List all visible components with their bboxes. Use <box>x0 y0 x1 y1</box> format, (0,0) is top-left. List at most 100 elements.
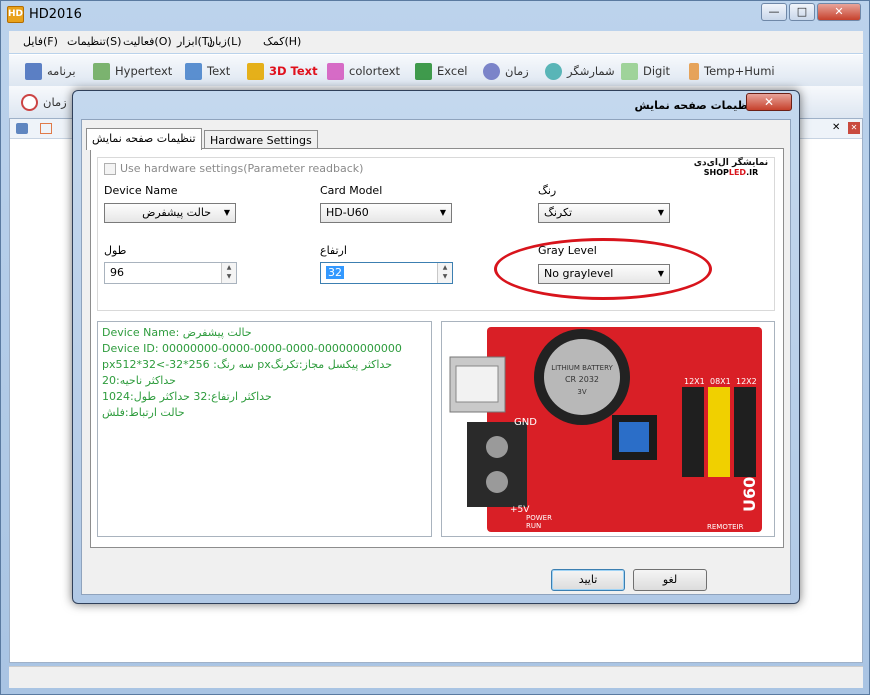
menu-settings[interactable]: (S)تنظیمات <box>67 35 121 48</box>
board-illustration: LITHIUM BATTERY CR 2032 3V GND +5V POWER… <box>449 327 762 532</box>
dialog-close-button[interactable]: ✕ <box>746 93 792 111</box>
width-label: طول <box>104 244 127 257</box>
hub1-label: 12X1 <box>684 377 705 386</box>
hub-connector-2 <box>708 387 730 477</box>
tab-panel: Use hardware settings(Parameter readback… <box>90 148 784 548</box>
menu-bar: (H)کمک (L)زبان (T)ابزار (O)فعالیت (S)تنظ… <box>9 31 863 53</box>
menu-action[interactable]: (O)فعالیت <box>123 35 172 48</box>
3d-text-icon <box>247 63 264 80</box>
hypertext-icon <box>93 63 110 80</box>
height-spinner-arrows[interactable]: ▲ ▼ <box>437 263 452 283</box>
toolbar-label: Digit <box>643 64 671 78</box>
height-label: ارتفاع <box>320 244 347 257</box>
tab-hardware-settings[interactable]: Hardware Settings <box>204 130 318 149</box>
toolbar-label: شمارشگر <box>567 64 615 78</box>
info-line: px512*32<-سه رنگ: 256*32 pxحداکثر پیکسل … <box>102 358 393 371</box>
toolbar-label: برنامه <box>47 64 76 78</box>
logo-ir: .IR <box>746 168 759 177</box>
copy-icon[interactable] <box>40 123 52 134</box>
width-value: 96 <box>110 266 124 279</box>
toolbar-digit-button[interactable]: Digit <box>621 61 670 81</box>
logo-line1: نمایشگر ال‌ای‌دی <box>693 158 769 168</box>
digit-icon <box>621 63 638 80</box>
toolbar-stopwatch-button[interactable]: زمان <box>21 92 67 112</box>
tab-display-settings[interactable]: تنظیمات صفحه نمایش <box>86 128 202 150</box>
shopled-logo: نمایشگر ال‌ای‌دی SHOPLED.IR <box>688 158 774 184</box>
pin-icon[interactable]: ✕ <box>832 122 840 133</box>
battery-volt: 3V <box>577 388 586 396</box>
hub2-label: 08X1 <box>710 377 731 386</box>
toolbar-label: Temp+Humi <box>704 64 775 78</box>
counter-icon <box>545 63 562 80</box>
height-value: 32 <box>326 266 344 279</box>
power-terminal-icon <box>467 422 527 507</box>
info-line: Device ID: 00000000-0000-0000-0000-00000… <box>102 342 402 355</box>
toolbar-excel-button[interactable]: Excel <box>415 61 467 81</box>
close-button[interactable]: ✕ <box>817 3 861 21</box>
toolbar-text-button[interactable]: Text <box>185 61 230 81</box>
logo-line2: SHOPLED.IR <box>688 168 774 177</box>
toolbar-3d-text-button[interactable]: 3D Text <box>247 61 318 81</box>
program-icon <box>25 63 42 80</box>
menu-help[interactable]: (H)کمک <box>263 35 301 48</box>
panel-close-icon[interactable]: ✕ <box>848 122 860 134</box>
excel-icon <box>415 63 432 80</box>
chevron-down-icon: ▼ <box>223 208 230 217</box>
gnd-label: GND <box>514 417 537 428</box>
stopwatch-icon <box>21 94 38 111</box>
hub3-label: 12X2 <box>736 377 757 386</box>
device-name-value: حالت پیشفرض <box>142 206 211 219</box>
hub-connector-3 <box>734 387 756 477</box>
color-label: رنگ <box>538 184 557 197</box>
dialog-title: تنظیمات صفحه نمایش <box>634 99 757 112</box>
dialog-body: تنظیمات صفحه نمایش Hardware Settings Use… <box>81 119 791 595</box>
toolbar-label: Hypertext <box>115 64 173 78</box>
color-value: تکرنگ <box>544 206 573 219</box>
card-model-select[interactable]: HD-U60 ▼ <box>320 203 452 223</box>
text-icon <box>185 63 202 80</box>
app-logo-icon: HD <box>7 6 24 23</box>
device-name-select[interactable]: حالت پیشفرض ▼ <box>104 203 236 223</box>
info-line: Device Name: حالت پیشفرض <box>102 326 252 339</box>
app-title: HD2016 <box>29 7 82 22</box>
cancel-button[interactable]: لغو <box>633 569 707 591</box>
toolbar-hypertext-button[interactable]: Hypertext <box>93 61 172 81</box>
document-icon[interactable] <box>16 123 28 134</box>
gray-level-highlight-annotation <box>494 238 712 300</box>
height-input[interactable]: 32 ▲ ▼ <box>320 262 453 284</box>
device-info-panel: Device Name: حالت پیشفرض Device ID: 0000… <box>97 321 432 537</box>
battery-code: CR 2032 <box>565 375 599 384</box>
card-model-value: HD-U60 <box>326 206 369 219</box>
toolbar-counter-button[interactable]: شمارشگر <box>545 61 615 81</box>
toolbar-program-button[interactable]: برنامه <box>25 61 76 81</box>
device-name-label: Device Name <box>104 184 178 197</box>
use-hardware-label: Use hardware settings(Parameter readback… <box>120 162 364 175</box>
toolbar-colortext-button[interactable]: colortext <box>327 61 400 81</box>
toolbar-label: زمان <box>505 64 529 78</box>
minimize-button[interactable]: — <box>761 3 787 21</box>
run-label: RUN <box>526 522 541 530</box>
width-input[interactable]: 96 ▲ ▼ <box>104 262 237 284</box>
toolbar-label: زمان <box>43 95 67 109</box>
clock-icon <box>483 63 500 80</box>
terminal-screw <box>486 436 508 458</box>
chevron-down-icon: ▼ <box>439 208 446 217</box>
hub-connector-1 <box>682 387 704 477</box>
info-line: حالت ارتباط:فلش <box>102 406 185 419</box>
toolbar: برنامه Hypertext Text 3D Text colortext … <box>9 54 863 86</box>
ok-button[interactable]: تایید <box>551 569 625 591</box>
battery-text: LITHIUM BATTERY <box>551 364 613 372</box>
terminal-screw <box>486 471 508 493</box>
menu-tools[interactable]: (T)ابزار <box>177 35 213 48</box>
toolbar-label: Excel <box>437 64 468 78</box>
remote-label: REMOTEIR <box>707 523 744 531</box>
toolbar-clock-button[interactable]: زمان <box>483 61 529 81</box>
use-hardware-checkbox[interactable] <box>104 163 116 175</box>
color-select[interactable]: تکرنگ ▼ <box>538 203 670 223</box>
menu-file[interactable]: (F)فایل <box>23 35 58 48</box>
toolbar-temp-humi-button[interactable]: Temp+Humi <box>689 61 775 81</box>
card-model-label: Card Model <box>320 184 383 197</box>
maximize-button[interactable]: □ <box>789 3 815 21</box>
width-spinner-arrows[interactable]: ▲ ▼ <box>221 263 236 283</box>
model-label: U60 <box>740 477 759 512</box>
